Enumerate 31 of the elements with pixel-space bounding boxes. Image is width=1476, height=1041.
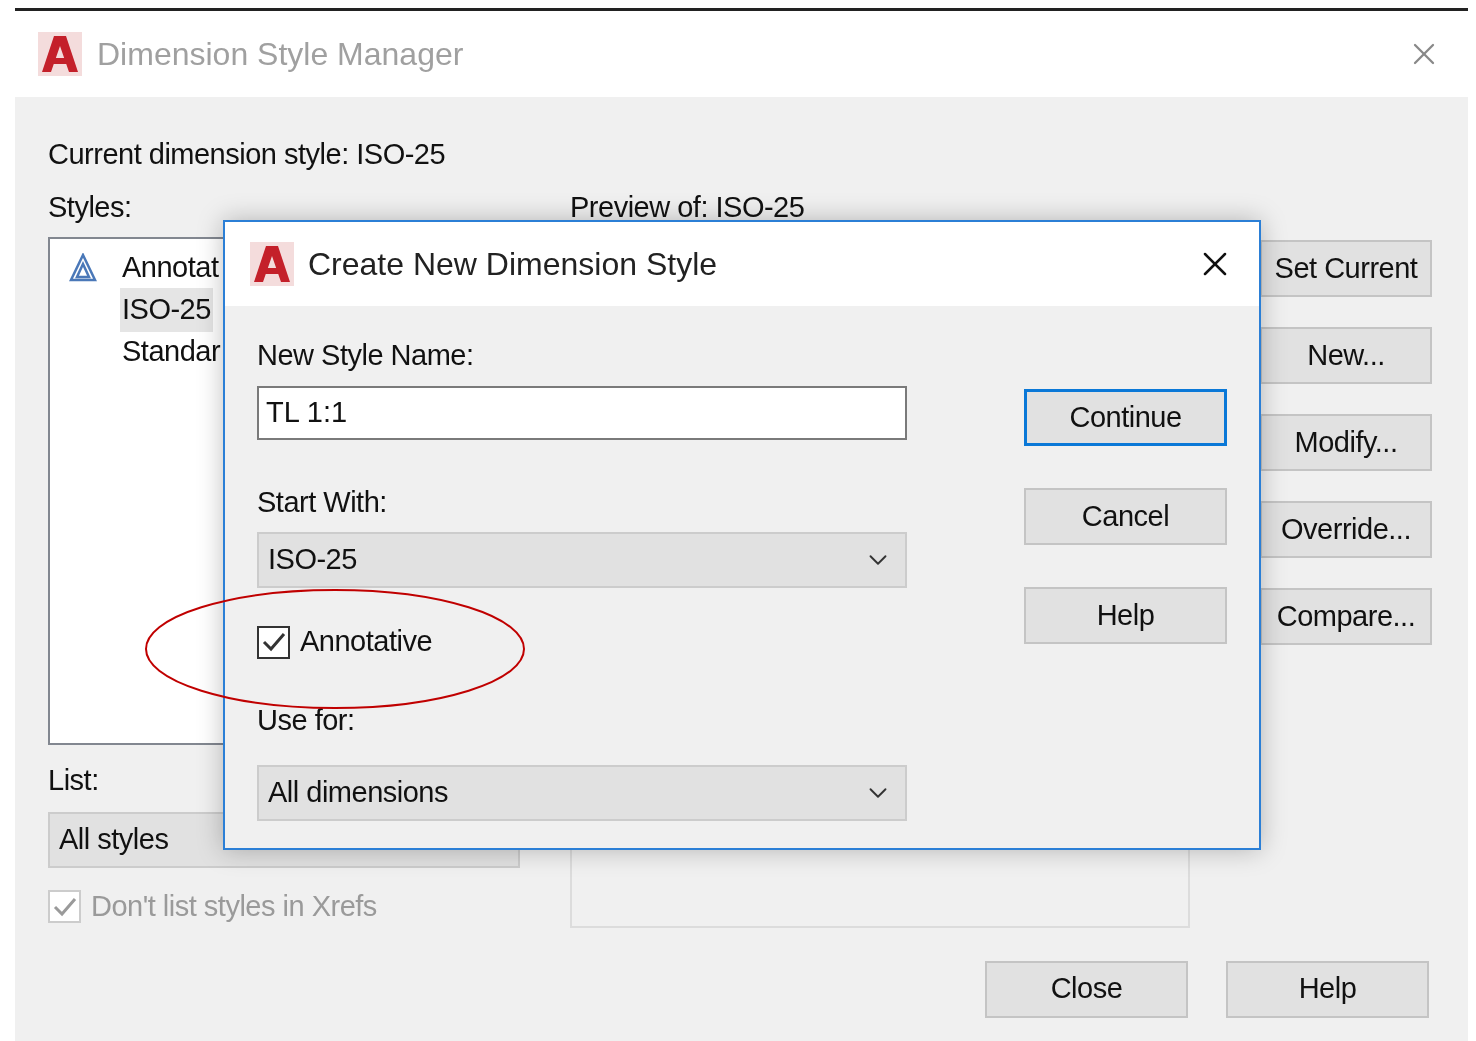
dropdown[interactable]: All dimensions [257, 765, 907, 821]
annotative-checkbox[interactable] [257, 625, 290, 659]
name-label: New Style Name: [257, 340, 475, 370]
app-logo-icon [38, 32, 82, 76]
styles-label: Styles: [48, 193, 133, 222]
style-list-item[interactable]: Standar [120, 330, 223, 374]
preview-label: Preview of: ISO-25 [570, 193, 806, 222]
dialog-button[interactable]: Override... [1260, 501, 1432, 558]
dialog-button[interactable]: Set Current [1260, 240, 1432, 297]
dropdown[interactable]: ISO-25 [257, 532, 907, 588]
style-list-item[interactable]: ISO-25 [120, 288, 213, 332]
window-title: Dimension Style Manager [97, 35, 464, 74]
dialog-button[interactable]: Close [985, 960, 1188, 1018]
xref-checkbox-label: Don't list styles in Xrefs [91, 889, 377, 924]
dialog-button[interactable]: Compare... [1260, 588, 1432, 645]
dialog-title: Create New Dimension Style [308, 245, 718, 284]
start-with-label: Start With: [257, 487, 388, 517]
dialog-button[interactable]: Cancel [1024, 488, 1227, 545]
dialog-button[interactable]: New... [1260, 327, 1432, 384]
dialog-button[interactable]: Help [1024, 587, 1227, 644]
annotative-label: Annotative [300, 624, 433, 660]
dialog-button[interactable]: Continue [1024, 389, 1227, 446]
current-style-label: Current dimension style: ISO-25 [48, 139, 447, 169]
annotative-icon [68, 253, 98, 283]
use-for-label: Use for: [257, 705, 356, 735]
dialog-button[interactable]: Help [1226, 960, 1429, 1018]
style-list-item[interactable]: Annotat [120, 246, 221, 290]
dialog-button[interactable]: Modify... [1260, 414, 1432, 471]
app-logo-icon [250, 242, 294, 286]
style-name-field[interactable]: TL 1:1 [257, 386, 907, 440]
list-label: List: [48, 766, 99, 794]
